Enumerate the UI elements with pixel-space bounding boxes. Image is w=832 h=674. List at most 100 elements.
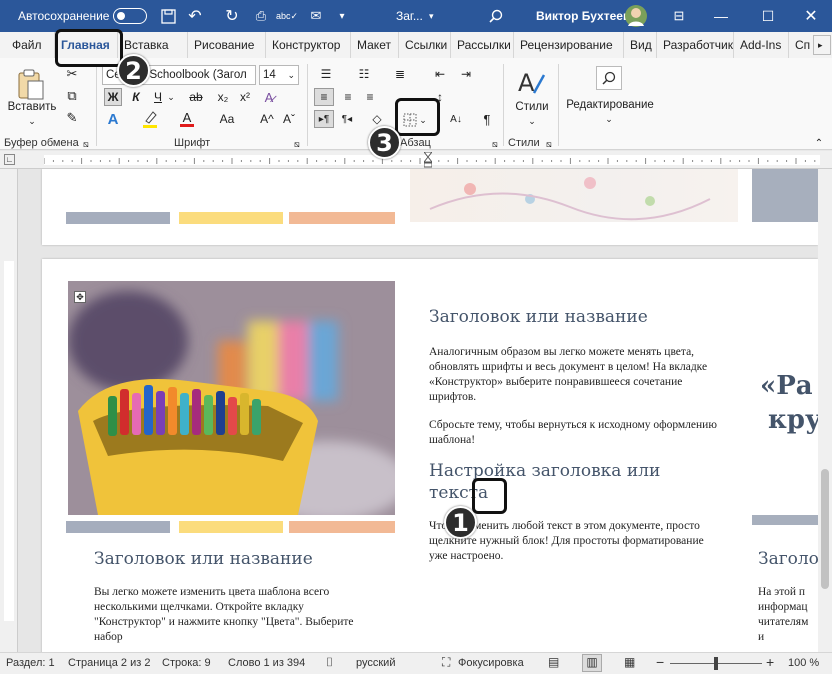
tab-draw[interactable]: Рисование — [188, 32, 266, 58]
crayons-photo[interactable] — [68, 281, 395, 515]
find-icon[interactable] — [596, 66, 622, 90]
search-icon[interactable] — [486, 0, 506, 32]
print-layout-icon[interactable]: ▥ — [582, 654, 602, 672]
format-painter-icon[interactable]: ✎ — [64, 110, 80, 126]
horizontal-ruler[interactable]: ∟ — [0, 151, 832, 169]
customize-qat-icon[interactable]: ▾ — [334, 0, 350, 32]
print-preview-icon[interactable]: ⎙ — [251, 0, 271, 32]
paste-icon[interactable] — [14, 68, 48, 102]
tab-mailings[interactable]: Рассылки — [451, 32, 514, 58]
styles-launcher-icon[interactable]: ⧅ — [546, 139, 552, 150]
tab-design[interactable]: Конструктор — [266, 32, 351, 58]
web-layout-icon[interactable]: ▦ — [624, 655, 635, 669]
autosave-toggle[interactable] — [113, 0, 147, 32]
right-quote[interactable]: «Ра кру — [760, 369, 822, 437]
avatar[interactable] — [622, 0, 650, 32]
underline-button[interactable]: Ч — [150, 88, 166, 106]
sort-icon[interactable]: A↓ — [447, 110, 465, 128]
document-workspace[interactable]: ✥ Заголовок или название Вы легко можете… — [0, 169, 832, 652]
maximize-icon[interactable]: ☐ — [757, 0, 779, 32]
editing-dropdown-icon[interactable]: ⌄ — [604, 114, 614, 125]
right-body-text[interactable]: На этой п информац читателям и — [758, 585, 818, 645]
clipboard-launcher-icon[interactable]: ⧅ — [83, 139, 89, 150]
ltr-icon[interactable]: ▸¶ — [314, 110, 334, 128]
ribbon-display-icon[interactable]: ⊟ — [668, 0, 690, 32]
page-2[interactable]: ✥ Заголовок или название Вы легко можете… — [42, 259, 822, 652]
table-move-handle-icon[interactable]: ✥ — [74, 291, 86, 303]
font-launcher-icon[interactable]: ⧅ — [294, 139, 300, 150]
spelling-icon[interactable]: abc✓ — [276, 0, 298, 32]
subscript-button[interactable]: x₂ — [214, 88, 232, 106]
cut-icon[interactable]: ✂ — [64, 66, 80, 82]
email-icon[interactable]: ✉ — [306, 0, 326, 32]
read-mode-icon[interactable]: ▤ — [548, 655, 559, 669]
zoom-level[interactable]: 100 % — [788, 657, 819, 669]
left-heading[interactable]: Заголовок или название — [94, 549, 313, 569]
tab-help[interactable]: Сп — [789, 32, 813, 58]
underline-dropdown-icon[interactable]: ⌄ — [166, 88, 176, 106]
indent-marker-icon[interactable] — [422, 151, 434, 168]
font-size-combo[interactable]: 14 ⌄ — [259, 65, 299, 85]
left-body-text[interactable]: Вы легко можете изменить цвета шаблона в… — [94, 585, 362, 645]
vertical-scrollbar[interactable] — [818, 169, 832, 652]
tab-references[interactable]: Ссылки — [399, 32, 451, 58]
multilevel-list-icon[interactable]: ≣ — [388, 65, 412, 83]
vertical-ruler[interactable] — [0, 169, 18, 652]
font-color-button[interactable]: A — [178, 110, 196, 128]
paragraph-launcher-icon[interactable]: ⧅ — [492, 139, 498, 150]
minimize-icon[interactable]: — — [710, 0, 732, 32]
middle-body-1[interactable]: Аналогичным образом вы легко можете меня… — [429, 345, 724, 405]
tab-view[interactable]: Вид — [624, 32, 657, 58]
page-1[interactable] — [42, 169, 818, 245]
zoom-in-icon[interactable]: + — [766, 654, 774, 670]
highlight-icon[interactable] — [141, 110, 159, 128]
superscript-button[interactable]: x² — [236, 88, 254, 106]
paste-button[interactable]: Вставить — [8, 100, 57, 114]
chevron-down-icon[interactable]: ▾ — [429, 0, 434, 32]
redo-icon[interactable]: ↻ — [222, 0, 242, 32]
middle-body-2[interactable]: Сбросьте тему, чтобы вернуться к исходно… — [429, 418, 724, 448]
tab-addins[interactable]: Add-Ins — [734, 32, 789, 58]
tab-file[interactable]: Файл — [0, 32, 55, 58]
status-line[interactable]: Строка: 9 — [162, 657, 211, 669]
styles-dropdown-icon[interactable]: ⌄ — [527, 116, 537, 127]
status-section[interactable]: Раздел: 1 — [6, 657, 55, 669]
show-marks-icon[interactable]: ¶ — [478, 110, 496, 128]
status-words[interactable]: Слово 1 из 394 — [228, 657, 305, 669]
user-name[interactable]: Виктор Бухтеев — [536, 0, 630, 32]
tab-selector-icon[interactable]: ∟ — [4, 154, 15, 165]
middle-heading-2[interactable]: Настройка заголовка или текста — [429, 460, 660, 504]
text-effects-icon[interactable]: A — [104, 110, 122, 128]
strikethrough-button[interactable]: ab — [186, 88, 206, 106]
rtl-icon[interactable]: ¶◂ — [338, 110, 356, 128]
numbering-icon[interactable]: ☷ — [352, 65, 376, 83]
decrease-indent-icon[interactable]: ⇤ — [430, 65, 450, 83]
align-center-icon[interactable]: ≡ — [338, 88, 358, 106]
tab-developer[interactable]: Разработчик — [657, 32, 734, 58]
undo-icon[interactable]: ↶ — [185, 0, 205, 32]
tab-layout[interactable]: Макет — [351, 32, 399, 58]
tabs-scroll-right-icon[interactable]: ▸ — [813, 35, 831, 55]
zoom-slider-thumb[interactable] — [714, 657, 718, 670]
middle-heading-1[interactable]: Заголовок или название — [429, 307, 648, 327]
align-right-icon[interactable]: ≡ — [360, 88, 380, 106]
increase-indent-icon[interactable]: ⇥ — [456, 65, 476, 83]
scrollbar-thumb[interactable] — [821, 469, 829, 589]
focus-mode-button[interactable]: Фокусировка — [458, 657, 524, 669]
collapse-ribbon-icon[interactable]: ⌃ — [812, 138, 826, 149]
grow-font-button[interactable]: A^ — [258, 110, 276, 128]
right-heading[interactable]: Заголо — [758, 549, 819, 569]
status-language[interactable]: русский — [356, 657, 395, 669]
proofing-icon[interactable]: ⌷ — [326, 655, 333, 670]
close-icon[interactable]: ✕ — [800, 0, 822, 32]
save-icon[interactable] — [158, 0, 178, 32]
tab-review[interactable]: Рецензирование — [514, 32, 624, 58]
zoom-out-icon[interactable]: − — [656, 654, 664, 670]
editing-button[interactable]: Редактирование — [562, 98, 658, 112]
italic-button[interactable]: К — [128, 88, 144, 106]
align-left-icon[interactable]: ≡ — [314, 88, 334, 106]
styles-icon[interactable]: A — [514, 66, 548, 98]
change-case-button[interactable]: Aa — [216, 110, 238, 128]
bullets-icon[interactable]: ☰ — [314, 65, 338, 83]
bold-button[interactable]: Ж — [104, 88, 122, 106]
